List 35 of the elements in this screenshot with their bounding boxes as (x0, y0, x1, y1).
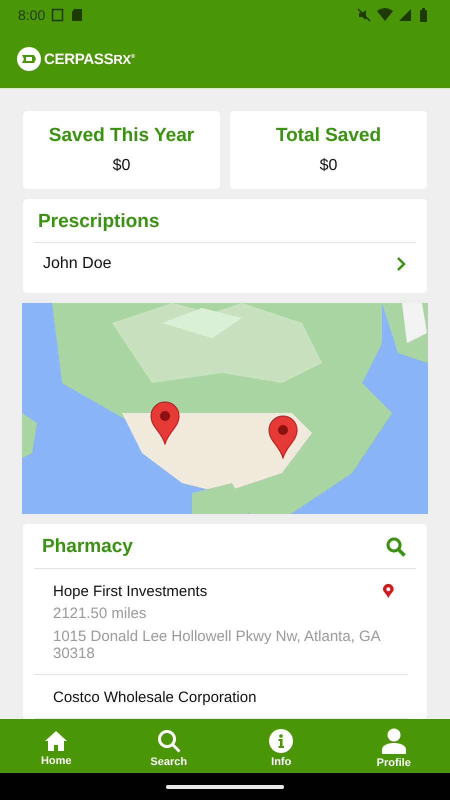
summary-value: $0 (320, 157, 338, 175)
wifi-icon (377, 8, 393, 22)
pharmacy-name: Costco Wholesale Corporation (53, 689, 256, 706)
info-icon (269, 728, 294, 752)
search-icon (156, 728, 181, 752)
profile-icon (380, 728, 407, 754)
mute-icon (357, 8, 371, 22)
home-indicator[interactable] (166, 784, 284, 788)
pharmacy-address: 1015 Donald Lee Hollowell Pkwy Nw, Atlanta, GA 30318 (53, 628, 382, 662)
logo-icon (17, 47, 41, 71)
prescription-name[interactable]: John Doe (43, 255, 112, 273)
map-pin-icon[interactable] (268, 415, 298, 459)
chevron-icon[interactable] (396, 257, 406, 271)
nav-tab[interactable]: Home (0, 719, 112, 773)
nav-tab[interactable]: Info (225, 719, 338, 773)
home-icon (45, 730, 68, 752)
status-time: 8:00 (18, 7, 46, 23)
logo-text: CERPASSRX$^{®}$ (44, 50, 135, 68)
sd-card-icon (71, 8, 84, 22)
pharmacy-name: Hope First Investments (53, 583, 208, 600)
map-pin-icon[interactable] (150, 401, 180, 445)
nav-tab[interactable]: Search (112, 719, 225, 773)
nav-tab[interactable]: Profile (338, 719, 450, 773)
summary-label: Total Saved (276, 125, 382, 147)
battery-icon (419, 8, 428, 22)
section-title: Pharmacy (41, 536, 133, 558)
summary-label: Saved This Year (48, 125, 194, 147)
section-title: Prescriptions (37, 211, 160, 232)
signal-icon (399, 8, 413, 22)
notification-icon (51, 8, 66, 22)
search-icon[interactable] (386, 537, 406, 558)
pharmacy-distance: 2121.50 miles (53, 605, 148, 622)
pharmacy-item[interactable]: Hope First Investments 2121.50 miles 1015 Donald Lee Hollowell Pkwy Nw, Atlanta, GA 30318 (34, 569, 408, 675)
summary-value: $0 (112, 157, 130, 175)
location-pin-icon[interactable] (383, 583, 394, 600)
